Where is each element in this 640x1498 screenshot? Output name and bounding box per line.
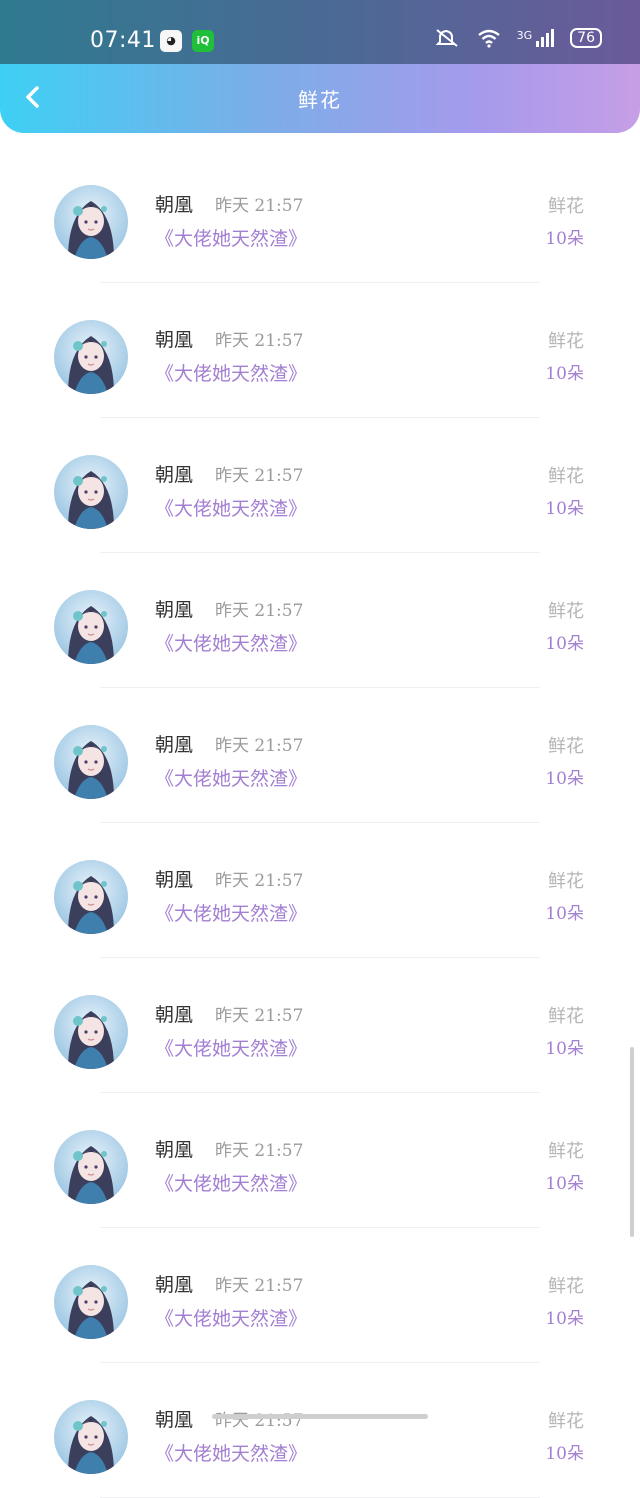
username[interactable]: 朝凰 — [155, 1135, 193, 1162]
signal-3g-icon: 3G — [517, 29, 555, 47]
avatar[interactable] — [54, 590, 128, 664]
book-title[interactable]: 《大佬她天然渣》 — [155, 1034, 307, 1061]
gift-count: 10朵 — [545, 1174, 584, 1194]
username[interactable]: 朝凰 — [155, 730, 193, 757]
gift-count: 10朵 — [545, 229, 584, 249]
avatar-icon — [54, 1265, 128, 1339]
username[interactable]: 朝凰 — [155, 595, 193, 622]
timestamp: 昨天 21:57 — [215, 1141, 304, 1161]
avatar-icon — [54, 185, 128, 259]
page-header: 鲜花 — [0, 64, 640, 133]
gift-count: 10朵 — [545, 1309, 584, 1329]
book-title[interactable]: 《大佬她天然渣》 — [155, 494, 307, 521]
gift-count: 10朵 — [545, 769, 584, 789]
gift-name: 鲜花 — [548, 1411, 584, 1432]
gift-record-list[interactable]: 朝凰 昨天 21:57 《大佬她天然渣》 鲜花 10朵 朝凰 昨天 21:57 … — [0, 148, 640, 1498]
qq-icon: ◕ — [160, 30, 182, 52]
avatar[interactable] — [54, 455, 128, 529]
gift-record-row[interactable]: 朝凰 昨天 21:57 《大佬她天然渣》 鲜花 10朵 — [0, 1363, 640, 1498]
gift-name: 鲜花 — [548, 736, 584, 757]
avatar-icon — [54, 455, 128, 529]
avatar[interactable] — [54, 320, 128, 394]
page-title: 鲜花 — [298, 88, 342, 112]
timestamp: 昨天 21:57 — [215, 601, 304, 621]
gift-record-row[interactable]: 朝凰 昨天 21:57 《大佬她天然渣》 鲜花 10朵 — [0, 958, 640, 1093]
username[interactable]: 朝凰 — [155, 460, 193, 487]
gift-record-row[interactable]: 朝凰 昨天 21:57 《大佬她天然渣》 鲜花 10朵 — [0, 283, 640, 418]
avatar[interactable] — [54, 1265, 128, 1339]
gift-record-row[interactable]: 朝凰 昨天 21:57 《大佬她天然渣》 鲜花 10朵 — [0, 823, 640, 958]
username[interactable]: 朝凰 — [155, 1270, 193, 1297]
gift-count: 10朵 — [545, 364, 584, 384]
iqiyi-icon: iQ — [192, 30, 214, 52]
status-time: 07:41 — [90, 28, 156, 53]
home-indicator[interactable] — [212, 1414, 428, 1419]
gift-count: 10朵 — [545, 634, 584, 654]
status-icons: 3G 76 — [435, 28, 602, 48]
book-title[interactable]: 《大佬她天然渣》 — [155, 224, 307, 251]
username[interactable]: 朝凰 — [155, 190, 193, 217]
gift-record-row[interactable]: 朝凰 昨天 21:57 《大佬她天然渣》 鲜花 10朵 — [0, 688, 640, 823]
book-title[interactable]: 《大佬她天然渣》 — [155, 1169, 307, 1196]
timestamp: 昨天 21:57 — [215, 1006, 304, 1026]
avatar[interactable] — [54, 995, 128, 1069]
book-title[interactable]: 《大佬她天然渣》 — [155, 359, 307, 386]
book-title[interactable]: 《大佬她天然渣》 — [155, 764, 307, 791]
gift-name: 鲜花 — [548, 1276, 584, 1297]
timestamp: 昨天 21:57 — [215, 1276, 304, 1296]
gift-record-row[interactable]: 朝凰 昨天 21:57 《大佬她天然渣》 鲜花 10朵 — [0, 1228, 640, 1363]
avatar[interactable] — [54, 860, 128, 934]
username[interactable]: 朝凰 — [155, 1000, 193, 1027]
avatar-icon — [54, 995, 128, 1069]
book-title[interactable]: 《大佬她天然渣》 — [155, 1439, 307, 1466]
avatar-icon — [54, 320, 128, 394]
wifi-icon — [477, 29, 500, 48]
username[interactable]: 朝凰 — [155, 325, 193, 352]
gift-record-row[interactable]: 朝凰 昨天 21:57 《大佬她天然渣》 鲜花 10朵 — [0, 418, 640, 553]
username[interactable]: 朝凰 — [155, 1405, 193, 1432]
timestamp: 昨天 21:57 — [215, 871, 304, 891]
battery-level: 76 — [577, 30, 595, 46]
book-title[interactable]: 《大佬她天然渣》 — [155, 629, 307, 656]
gift-count: 10朵 — [545, 904, 584, 924]
status-bar: 07:41 ◕ iQ 3G 76 — [0, 0, 640, 68]
scrollbar[interactable] — [630, 1047, 634, 1237]
gift-record-row[interactable]: 朝凰 昨天 21:57 《大佬她天然渣》 鲜花 10朵 — [0, 148, 640, 283]
gift-name: 鲜花 — [548, 466, 584, 487]
gift-name: 鲜花 — [548, 1006, 584, 1027]
timestamp: 昨天 21:57 — [215, 196, 304, 216]
gift-record-row[interactable]: 朝凰 昨天 21:57 《大佬她天然渣》 鲜花 10朵 — [0, 1093, 640, 1228]
avatar-icon — [54, 590, 128, 664]
gift-name: 鲜花 — [548, 601, 584, 622]
book-title[interactable]: 《大佬她天然渣》 — [155, 899, 307, 926]
avatar[interactable] — [54, 1130, 128, 1204]
timestamp: 昨天 21:57 — [215, 331, 304, 351]
avatar[interactable] — [54, 725, 128, 799]
gift-name: 鲜花 — [548, 871, 584, 892]
avatar-icon — [54, 725, 128, 799]
gift-count: 10朵 — [545, 1039, 584, 1059]
gift-name: 鲜花 — [548, 1141, 584, 1162]
timestamp: 昨天 21:57 — [215, 736, 304, 756]
mute-icon — [435, 29, 458, 47]
gift-name: 鲜花 — [548, 196, 584, 217]
battery-icon: 76 — [570, 28, 602, 48]
gift-name: 鲜花 — [548, 331, 584, 352]
book-title[interactable]: 《大佬她天然渣》 — [155, 1304, 307, 1331]
network-type: 3G — [516, 29, 533, 42]
avatar[interactable] — [54, 185, 128, 259]
gift-count: 10朵 — [545, 499, 584, 519]
username[interactable]: 朝凰 — [155, 865, 193, 892]
avatar[interactable] — [54, 1400, 128, 1474]
avatar-icon — [54, 1400, 128, 1474]
avatar-icon — [54, 860, 128, 934]
gift-count: 10朵 — [545, 1444, 584, 1464]
gift-record-row[interactable]: 朝凰 昨天 21:57 《大佬她天然渣》 鲜花 10朵 — [0, 553, 640, 688]
avatar-icon — [54, 1130, 128, 1204]
timestamp: 昨天 21:57 — [215, 466, 304, 486]
